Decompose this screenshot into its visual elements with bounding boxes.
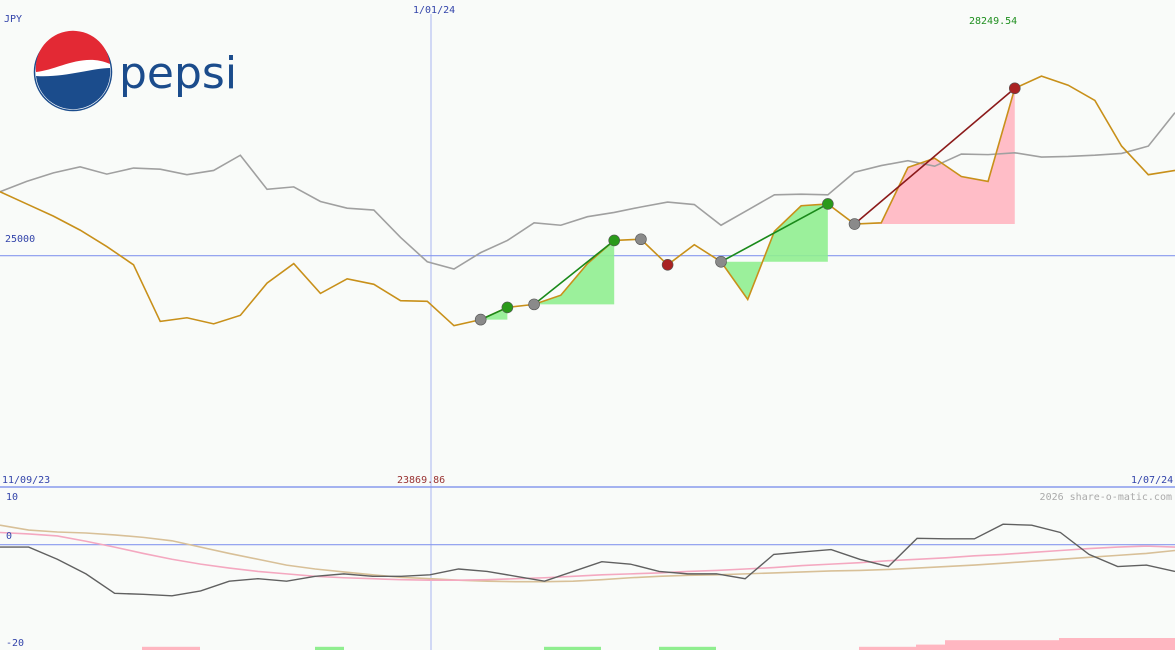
- currency-label: JPY: [4, 14, 22, 25]
- signal-dot-6: [715, 255, 727, 268]
- ref-level-label: 25000: [5, 234, 35, 245]
- end-date-label: 1/07/24: [1131, 475, 1173, 486]
- volume-bar-6: [945, 640, 1059, 650]
- osc-signal-pink-line: [0, 531, 1175, 581]
- signal-dot-1: [501, 301, 514, 314]
- mid-date-label-top: 1/01/24: [413, 5, 455, 16]
- signal-dot-2: [528, 298, 540, 311]
- low-value-label: 23869.86: [397, 475, 445, 486]
- osc-tick-bottom: -20: [6, 638, 24, 649]
- signal-dot-5: [661, 259, 674, 271]
- osc-tick-top: 10: [6, 492, 18, 503]
- stock-chart: pepsi JPY 1/01/24 28249.54 25000 11/09/2…: [0, 5, 1175, 650]
- watermark: 2026 share-o-matic.com: [1040, 492, 1172, 503]
- logo-wordmark: pepsi: [119, 48, 237, 99]
- start-date-label: 11/09/23: [2, 475, 50, 486]
- volume-bar-5: [916, 644, 945, 650]
- pepsi-logo: pepsi: [33, 30, 237, 112]
- signal-dot-8: [848, 218, 861, 230]
- high-value-label: 28249.54: [969, 16, 1017, 27]
- volume-bar-7: [1059, 638, 1175, 650]
- signal-dot-0: [474, 313, 487, 326]
- signal-dot-4: [635, 233, 647, 246]
- signal-dot-9: [1008, 82, 1021, 95]
- osc-signal-tan-line: [0, 524, 1175, 583]
- signal-dot-7: [822, 198, 834, 210]
- signal-dot-3: [608, 234, 621, 247]
- osc-tick-zero: 0: [6, 531, 12, 542]
